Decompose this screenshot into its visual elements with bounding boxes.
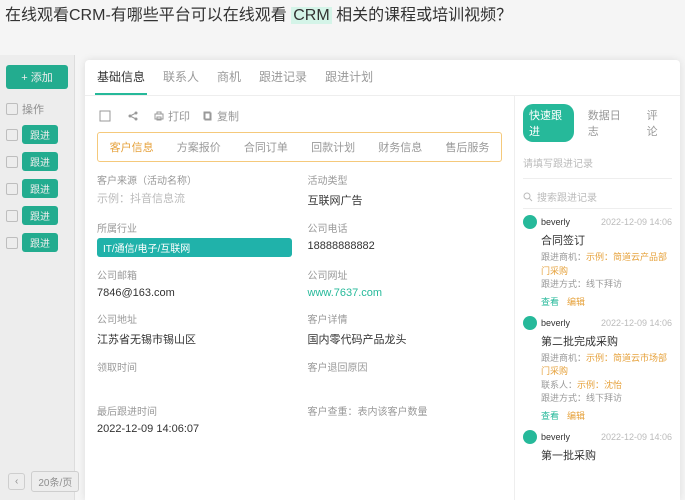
log-item: beverly2022-12-09 14:06 第一批采购: [523, 430, 672, 463]
page-size-select[interactable]: 20条/页: [31, 471, 79, 492]
subtab-contract[interactable]: 合同订单: [232, 133, 299, 161]
field-activity-type: 活动类型 互联网广告: [308, 172, 503, 210]
field-website: 公司网址 www.7637.com: [308, 267, 503, 301]
field-industry: 所属行业 IT/通信/电子/互联网: [97, 220, 292, 257]
sidebar-row: 跟进: [0, 148, 74, 175]
website-link[interactable]: www.7637.com: [308, 285, 503, 301]
follow-input[interactable]: 请填写跟进记录: [523, 159, 593, 170]
follow-button[interactable]: 跟进: [22, 206, 58, 225]
expand-icon[interactable]: [97, 108, 113, 124]
avatar: [523, 215, 537, 229]
modal-tabs: 基础信息 联系人 商机 跟进记录 跟进计划: [85, 60, 680, 96]
follow-button[interactable]: 跟进: [22, 233, 58, 252]
log-item: beverly2022-12-09 14:06 合同签订 跟进商机：示例：简道云…: [523, 215, 672, 308]
right-tabs: 快速跟进 数据日志 评论: [523, 104, 672, 142]
log-item: beverly2022-12-09 14:06 第二批完成采购 跟进商机：示例：…: [523, 316, 672, 422]
right-panel: 快速跟进 数据日志 评论 请填写跟进记录 搜索跟进记录 beverly2022-…: [515, 96, 680, 500]
checkbox-all[interactable]: [6, 103, 18, 115]
subtab-quote[interactable]: 方案报价: [165, 133, 232, 161]
view-link[interactable]: 查看: [541, 409, 559, 422]
checkbox[interactable]: [6, 237, 18, 249]
copy-button[interactable]: 复制: [202, 108, 239, 124]
main-panel: 打印 复制 客户信息 方案报价 合同订单 回款计划 财务信息 售后服务 客户来源…: [85, 96, 515, 500]
tab-opportunity[interactable]: 商机: [215, 60, 243, 95]
sidebar-row: 跟进: [0, 121, 74, 148]
rtab-data-log[interactable]: 数据日志: [582, 104, 633, 142]
form-grid: 客户来源（活动名称） 示例：抖音信息流 活动类型 互联网广告 所属行业 IT/通…: [97, 172, 502, 437]
follow-button[interactable]: 跟进: [22, 125, 58, 144]
checkbox[interactable]: [6, 156, 18, 168]
follow-button[interactable]: 跟进: [22, 152, 58, 171]
edit-link[interactable]: 编辑: [567, 409, 585, 422]
checkbox[interactable]: [6, 129, 18, 141]
checkbox[interactable]: [6, 210, 18, 222]
search-icon: [523, 192, 533, 202]
left-sidebar: + 添加 操作 跟进 跟进 跟进 跟进 跟进: [0, 55, 75, 500]
subtab-service[interactable]: 售后服务: [434, 133, 501, 161]
field-email: 公司邮箱 7846@163.com: [97, 267, 292, 301]
checkbox[interactable]: [6, 183, 18, 195]
avatar: [523, 430, 537, 444]
prev-page-button[interactable]: ‹: [8, 473, 25, 490]
field-detail: 客户详情 国内零代码产品龙头: [308, 311, 503, 349]
edit-link[interactable]: 编辑: [567, 295, 585, 308]
tab-contacts[interactable]: 联系人: [161, 60, 201, 95]
rtab-comments[interactable]: 评论: [641, 104, 672, 142]
rtab-quick-follow[interactable]: 快速跟进: [523, 104, 574, 142]
tab-basic-info[interactable]: 基础信息: [95, 60, 147, 95]
industry-tag: IT/通信/电子/互联网: [97, 238, 292, 257]
sidebar-select-all[interactable]: 操作: [0, 97, 74, 121]
sidebar-row: 跟进: [0, 175, 74, 202]
sidebar-row: 跟进: [0, 202, 74, 229]
sidebar-row: 跟进: [0, 229, 74, 256]
search-follow[interactable]: 搜索跟进记录: [523, 185, 672, 209]
field-customer-source: 客户来源（活动名称） 示例：抖音信息流: [97, 172, 292, 210]
pagination: ‹ 20条/页: [8, 471, 79, 492]
tab-follow-records[interactable]: 跟进记录: [257, 60, 309, 95]
view-link[interactable]: 查看: [541, 295, 559, 308]
field-phone: 公司电话 18888888882: [308, 220, 503, 257]
subtab-payment[interactable]: 回款计划: [300, 133, 367, 161]
tab-follow-plan[interactable]: 跟进计划: [323, 60, 375, 95]
add-button[interactable]: + 添加: [6, 65, 68, 89]
sub-tabs: 客户信息 方案报价 合同订单 回款计划 财务信息 售后服务: [97, 132, 502, 162]
field-last-follow: 最后跟进时间 2022-12-09 14:06:07: [97, 403, 292, 437]
subtab-finance[interactable]: 财务信息: [367, 133, 434, 161]
toolbar: 打印 复制: [97, 104, 502, 132]
share-icon[interactable]: [125, 108, 141, 124]
page-overlay-title: 在线观看CRM-有哪些平台可以在线观看 CRM 相关的课程或培训视频？: [5, 5, 512, 27]
detail-modal: 基础信息 联系人 商机 跟进记录 跟进计划 打印 复制 客户信息 方案报价 合同…: [85, 60, 680, 500]
follow-input-box[interactable]: 请填写跟进记录: [523, 150, 672, 179]
field-claim-time: 领取时间: [97, 359, 292, 393]
subtab-customer-info[interactable]: 客户信息: [98, 133, 165, 161]
field-return-reason: 客户退回原因: [308, 359, 503, 393]
follow-button[interactable]: 跟进: [22, 179, 58, 198]
field-address: 公司地址 江苏省无锡市锡山区: [97, 311, 292, 349]
avatar: [523, 316, 537, 330]
field-dup-check: 客户查重：表内该客户数量: [308, 403, 503, 437]
print-button[interactable]: 打印: [153, 108, 190, 124]
